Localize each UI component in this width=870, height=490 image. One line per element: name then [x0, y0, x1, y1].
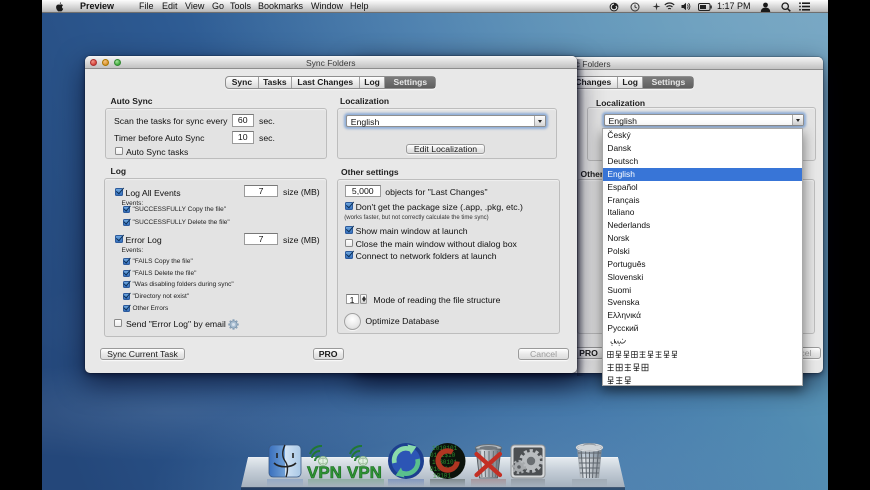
svg-text:VPN: VPN [307, 463, 342, 480]
svg-text:10101: 10101 [433, 472, 451, 479]
svg-text:VPN: VPN [347, 463, 382, 480]
